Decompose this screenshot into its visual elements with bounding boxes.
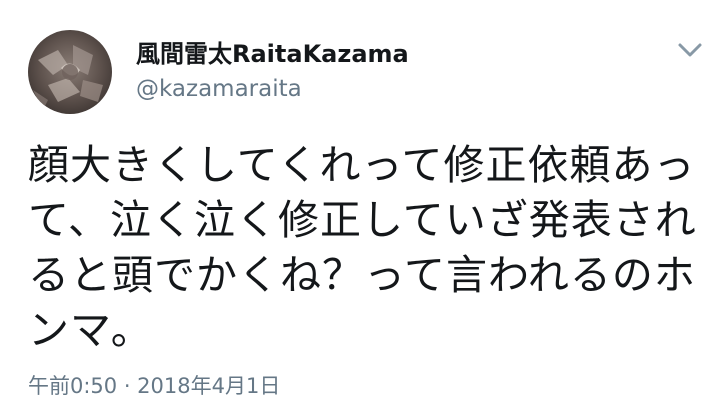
- author-handle[interactable]: @kazamaraita: [136, 74, 409, 104]
- tweet-card: 風間雷太RaitaKazama @kazamaraita 顔大きくしてくれって修…: [0, 0, 720, 415]
- avatar-image: [28, 30, 112, 114]
- tweet-text: 顔大きくしてくれって修正依頼あって、泣く泣く修正していざ発表されると頭でかくね？…: [28, 141, 697, 354]
- tweet-timestamp[interactable]: 午前0:50 · 2018年4月1日: [28, 372, 280, 400]
- chevron-down-icon[interactable]: [676, 40, 704, 60]
- author-block[interactable]: 風間雷太RaitaKazama @kazamaraita: [136, 38, 409, 104]
- author-display-name[interactable]: 風間雷太RaitaKazama: [136, 38, 409, 70]
- avatar[interactable]: [28, 30, 112, 114]
